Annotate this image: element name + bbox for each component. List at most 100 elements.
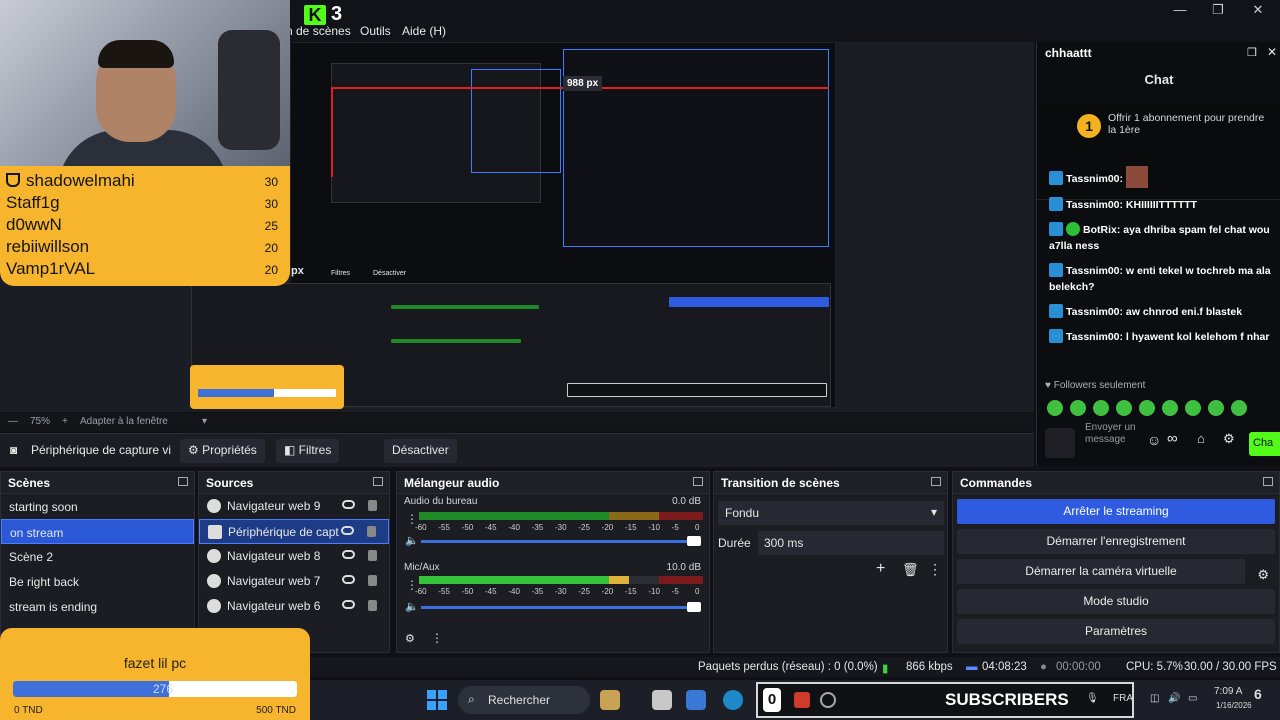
close-dock-icon[interactable]: ✕	[1267, 45, 1277, 59]
popout-icon[interactable]	[178, 477, 188, 486]
source-item[interactable]: Navigateur web 9	[199, 494, 389, 519]
app-icon[interactable]	[600, 690, 620, 710]
popout-icon[interactable]	[931, 477, 941, 486]
lock-icon[interactable]	[368, 500, 377, 511]
chat-user[interactable]: Tassnim00:	[1066, 265, 1123, 277]
fit-to-window-button[interactable]: Adapter à la fenêtre	[80, 416, 168, 427]
language-indicator[interactable]: FRA	[1113, 693, 1133, 704]
emote-icon[interactable]	[1185, 400, 1201, 416]
zoom-out-button[interactable]: —	[8, 416, 18, 427]
taskbar-search[interactable]: ⌕ Rechercher	[458, 686, 590, 714]
microphone-icon[interactable]	[1045, 428, 1075, 458]
visibility-icon[interactable]	[342, 600, 355, 609]
scene-item[interactable]: stream is ending	[1, 594, 194, 619]
source-item[interactable]: Navigateur web 7	[199, 569, 389, 594]
stop-streaming-button[interactable]: Arrêter le streaming	[957, 499, 1275, 524]
deactivate-button[interactable]: Désactiver	[384, 439, 457, 463]
virtual-camera-settings-icon[interactable]: ⚙	[1257, 567, 1269, 583]
emote-icon[interactable]	[1047, 400, 1063, 416]
trash-icon[interactable]: 🗑	[902, 562, 919, 578]
selection-box[interactable]	[563, 49, 829, 247]
settings-button[interactable]: Paramètres	[957, 619, 1275, 644]
start-virtual-camera-button[interactable]: Démarrer la caméra virtuelle	[957, 559, 1245, 584]
properties-button[interactable]: ⚙ Propriétés	[180, 439, 265, 463]
scene-item[interactable]: Scène 2	[1, 544, 194, 569]
emote-icon[interactable]	[1093, 400, 1109, 416]
emote-icon[interactable]	[1116, 400, 1132, 416]
visibility-icon[interactable]	[342, 575, 355, 584]
chat-user[interactable]: Tassnim00:	[1066, 331, 1123, 343]
lock-icon[interactable]	[368, 600, 377, 611]
edge-icon[interactable]	[723, 690, 743, 710]
visibility-icon[interactable]	[341, 526, 354, 535]
popout-icon[interactable]	[1263, 477, 1273, 486]
popout-icon[interactable]: ❐	[1247, 46, 1257, 59]
windows-start-icon[interactable]	[427, 690, 447, 710]
scene-item[interactable]: on stream	[1, 519, 194, 544]
chat-user[interactable]: Tassnim00:	[1066, 306, 1123, 318]
source-item[interactable]: Navigateur web 6	[199, 594, 389, 619]
chat-user[interactable]: BotRix:	[1083, 224, 1120, 236]
lock-icon[interactable]	[368, 550, 377, 561]
microphone-tray-icon[interactable]: 🎙	[1086, 693, 1099, 704]
settings-icon[interactable]: ⚙	[1223, 431, 1235, 447]
start-recording-button[interactable]: Démarrer l'enregistrement	[957, 529, 1275, 554]
filters-button[interactable]: ◧ Filtres	[276, 439, 340, 463]
lock-icon[interactable]	[367, 526, 376, 537]
lock-icon[interactable]	[368, 575, 377, 586]
send-chat-button[interactable]: Cha	[1249, 432, 1280, 456]
emote-icon[interactable]	[1162, 400, 1178, 416]
preview-canvas[interactable]: 988 px px Filtres Désactiver	[191, 42, 836, 408]
volume-icon[interactable]: 🔊	[1168, 693, 1180, 704]
emote-icon[interactable]	[1070, 400, 1086, 416]
studio-mode-button[interactable]: Mode studio	[957, 589, 1275, 614]
chat-input[interactable]: Envoyer un message	[1085, 422, 1137, 446]
visibility-icon[interactable]	[342, 550, 355, 559]
zoom-in-button[interactable]: +	[62, 416, 68, 427]
visibility-icon[interactable]	[342, 500, 355, 509]
slider-knob[interactable]	[687, 536, 701, 546]
scene-item[interactable]: Be right back	[1, 569, 194, 594]
speaker-icon[interactable]: 🔈	[405, 534, 419, 547]
menu-help[interactable]: Aide (H)	[402, 24, 446, 38]
visual-studio-icon[interactable]	[686, 690, 706, 710]
source-item[interactable]: Navigateur web 8	[199, 544, 389, 569]
emote-icon[interactable]	[1231, 400, 1247, 416]
advanced-audio-icon[interactable]: ⚙	[405, 632, 415, 645]
notification-badge[interactable]: 6	[1254, 686, 1262, 702]
slider-knob[interactable]	[687, 602, 701, 612]
speaker-icon[interactable]: 🔈	[405, 600, 419, 613]
emoji-icon[interactable]: ☺	[1147, 432, 1161, 448]
selection-box-inner[interactable]	[471, 69, 561, 173]
minimize-icon[interactable]: —	[1170, 2, 1190, 17]
volume-slider[interactable]	[421, 536, 701, 546]
emote-icon[interactable]	[1139, 400, 1155, 416]
shop-icon[interactable]: ⌂	[1197, 431, 1205, 446]
add-transition-icon[interactable]: +	[876, 560, 885, 578]
emote-icon[interactable]	[1208, 400, 1224, 416]
obs-icon[interactable]	[820, 692, 836, 708]
transition-select[interactable]: Fondu ▾	[718, 501, 944, 525]
clock-date[interactable]: 1/16/2026	[1216, 701, 1252, 710]
file-explorer-icon[interactable]	[652, 690, 672, 710]
transition-menu-icon[interactable]: ⋮	[928, 561, 942, 578]
zoom-dropdown-icon[interactable]: ▾	[202, 416, 207, 427]
mixer-menu-icon[interactable]: ⋮	[431, 631, 443, 645]
source-item[interactable]: Périphérique de capt	[199, 519, 389, 544]
menu-scenes[interactable]: n de scènes	[286, 24, 351, 38]
maximize-icon[interactable]: ❐	[1208, 2, 1228, 18]
popout-icon[interactable]	[373, 477, 383, 486]
chat-user[interactable]: Tassnim00:	[1066, 199, 1123, 211]
battery-icon[interactable]: ▭	[1188, 693, 1197, 704]
duration-input[interactable]: 300 ms	[758, 531, 944, 555]
infinity-icon[interactable]: ∞	[1167, 430, 1178, 447]
brave-icon[interactable]	[794, 692, 810, 708]
volume-slider[interactable]	[421, 602, 701, 612]
scene-item[interactable]: starting soon	[1, 494, 194, 519]
menu-tools[interactable]: Outils	[360, 24, 391, 38]
network-icon[interactable]: ◫	[1150, 693, 1159, 704]
popout-icon[interactable]	[693, 477, 703, 486]
close-icon[interactable]: ✕	[1248, 2, 1268, 18]
clock-time[interactable]: 7:09 A	[1214, 686, 1242, 697]
chat-user[interactable]: Tassnim00:	[1066, 173, 1123, 185]
